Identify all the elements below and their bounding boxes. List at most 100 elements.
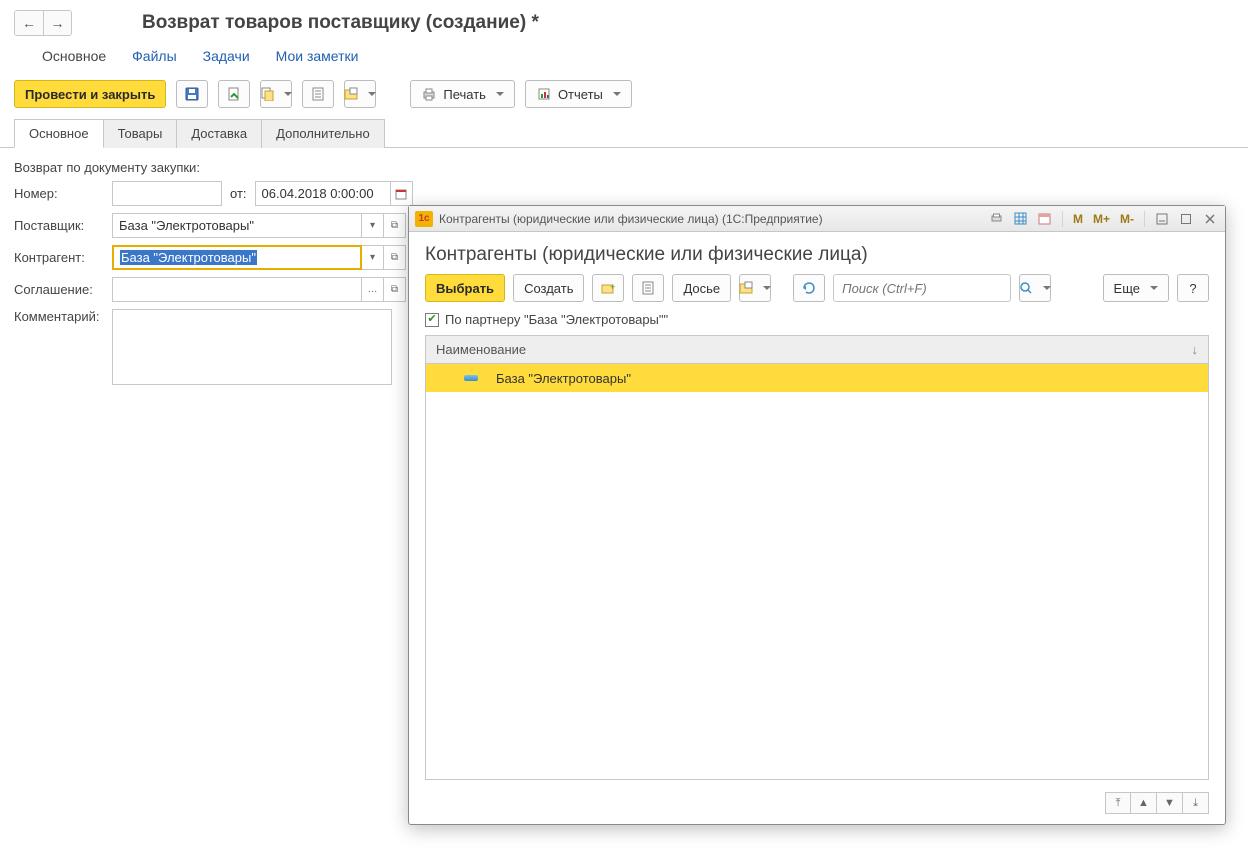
modal-dossier-button[interactable]: Досье	[672, 274, 731, 302]
modal-create-button[interactable]: Создать	[513, 274, 584, 302]
titlebar-mminus-button[interactable]: M-	[1118, 212, 1136, 226]
refresh-icon	[801, 280, 817, 296]
titlebar-print-icon[interactable]	[988, 210, 1006, 228]
grid-row[interactable]: База "Электротовары"	[426, 364, 1208, 392]
supplier-label: Поставщик:	[14, 218, 112, 233]
app-logo-icon: 1c	[415, 211, 433, 227]
nav-back-button[interactable]: ←	[15, 11, 43, 35]
post-and-close-button[interactable]: Провести и закрыть	[14, 80, 166, 108]
tab-delivery[interactable]: Доставка	[176, 119, 262, 148]
modal-more-button[interactable]: Еще	[1103, 274, 1169, 302]
based-on-button[interactable]	[260, 80, 292, 108]
titlebar-calendar-icon[interactable]	[1036, 210, 1054, 228]
number-input[interactable]	[112, 181, 222, 206]
modal-help-button[interactable]: ?	[1177, 274, 1209, 302]
supplier-dropdown-button[interactable]: ▾	[362, 213, 384, 238]
modal-titlebar[interactable]: 1c Контрагенты (юридические или физическ…	[409, 206, 1225, 232]
comment-textarea[interactable]	[112, 309, 392, 385]
agreement-open-button[interactable]: ⧉	[384, 277, 406, 302]
filter-checkbox[interactable]: ✔	[425, 313, 439, 327]
print-button[interactable]: Печать	[410, 80, 515, 108]
sort-indicator-icon[interactable]: ↓	[1192, 342, 1199, 357]
reports-label: Отчеты	[558, 87, 603, 102]
nav-link-notes[interactable]: Мои заметки	[276, 48, 359, 64]
nav-forward-button[interactable]: →	[43, 11, 71, 35]
help-icon: ?	[1189, 281, 1196, 296]
tab-additional[interactable]: Дополнительно	[261, 119, 385, 148]
page-title: Возврат товаров поставщику (создание) *	[142, 12, 539, 34]
nav-link-tasks[interactable]: Задачи	[203, 48, 250, 64]
grid-scroll-up-button[interactable]: ▲	[1131, 792, 1157, 814]
modal-grid: Наименование ↓ База "Электротовары"	[425, 335, 1209, 780]
arrow-left-icon: ←	[22, 15, 36, 31]
printer-icon	[421, 86, 437, 102]
svg-text:+: +	[610, 282, 615, 292]
titlebar-minimize-button[interactable]	[1153, 210, 1171, 228]
document-list-button[interactable]	[302, 80, 334, 108]
bar-down-icon: ⤓	[1193, 797, 1198, 810]
modal-refresh-button[interactable]	[793, 274, 825, 302]
modal-search-input[interactable]: ×	[833, 274, 1011, 302]
grid-column-name[interactable]: Наименование	[436, 342, 526, 357]
folder-doc-icon	[344, 86, 358, 102]
grid-scroll-down-button[interactable]: ▼	[1157, 792, 1183, 814]
caret-down-icon: ▾	[370, 252, 375, 263]
caret-down-icon: ▾	[370, 220, 375, 231]
titlebar-grid-icon[interactable]	[1012, 210, 1030, 228]
from-label: от:	[230, 186, 247, 201]
save-icon	[184, 86, 200, 102]
arrow-right-icon: →	[51, 15, 65, 31]
nav-links: Основное Файлы Задачи Мои заметки	[0, 36, 1248, 74]
comment-label: Комментарий:	[14, 309, 112, 324]
folder-doc-icon	[739, 280, 753, 296]
nav-link-main[interactable]: Основное	[42, 48, 106, 64]
reports-button[interactable]: Отчеты	[525, 80, 632, 108]
filter-label: По партнеру "База "Электротовары""	[445, 312, 668, 327]
create-based-on-button[interactable]	[344, 80, 376, 108]
grid-scroll-top-button[interactable]: ⤒	[1105, 792, 1131, 814]
calendar-icon	[395, 188, 407, 200]
titlebar-maximize-button[interactable]	[1177, 210, 1195, 228]
list-icon	[310, 86, 326, 102]
contragent-dropdown-button[interactable]: ▾	[362, 245, 384, 270]
list-icon	[640, 280, 656, 296]
modal-select-button[interactable]: Выбрать	[425, 274, 505, 302]
return-by-doc-label: Возврат по документу закупки:	[14, 160, 1234, 175]
folder-plus-icon: +	[600, 280, 616, 296]
modal-search-field[interactable]	[834, 281, 1028, 296]
modal-find-button[interactable]	[632, 274, 664, 302]
bar-up-icon: ⤒	[1116, 797, 1121, 810]
caret-up-icon: ▲	[1138, 797, 1149, 809]
print-label: Печать	[443, 87, 486, 102]
save-button[interactable]	[176, 80, 208, 108]
tab-goods[interactable]: Товары	[103, 119, 178, 148]
modal-titlebar-text: Контрагенты (юридические или физические …	[439, 212, 823, 226]
modal-create-group-button[interactable]: +	[592, 274, 624, 302]
supplier-open-button[interactable]: ⧉	[384, 213, 406, 238]
item-icon	[464, 375, 478, 381]
tab-main[interactable]: Основное	[14, 119, 104, 148]
titlebar-close-button[interactable]	[1201, 210, 1219, 228]
agreement-input[interactable]	[112, 277, 362, 302]
grid-scroll-bottom-button[interactable]: ⤓	[1183, 792, 1209, 814]
contragent-label: Контрагент:	[14, 250, 112, 265]
open-icon: ⧉	[391, 284, 398, 295]
contragents-modal: 1c Контрагенты (юридические или физическ…	[408, 205, 1226, 825]
contragent-input[interactable]: База "Электротовары"	[112, 245, 362, 270]
number-label: Номер:	[14, 186, 112, 201]
post-icon	[226, 86, 242, 102]
agreement-select-button[interactable]: …	[362, 277, 384, 302]
date-input[interactable]: 06.04.2018 0:00:00	[255, 181, 391, 206]
titlebar-mplus-button[interactable]: M+	[1091, 212, 1112, 226]
nav-link-files[interactable]: Файлы	[132, 48, 176, 64]
contragent-open-button[interactable]: ⧉	[384, 245, 406, 270]
post-button[interactable]	[218, 80, 250, 108]
ellipsis-icon: …	[368, 284, 378, 295]
open-icon: ⧉	[391, 252, 398, 263]
supplier-input[interactable]: База "Электротовары"	[112, 213, 362, 238]
copy-doc-icon	[260, 86, 274, 102]
modal-folder-dropdown-button[interactable]	[739, 274, 771, 302]
modal-search-dropdown-button[interactable]	[1019, 274, 1051, 302]
date-picker-button[interactable]	[391, 181, 413, 206]
titlebar-m-button[interactable]: M	[1071, 212, 1085, 226]
